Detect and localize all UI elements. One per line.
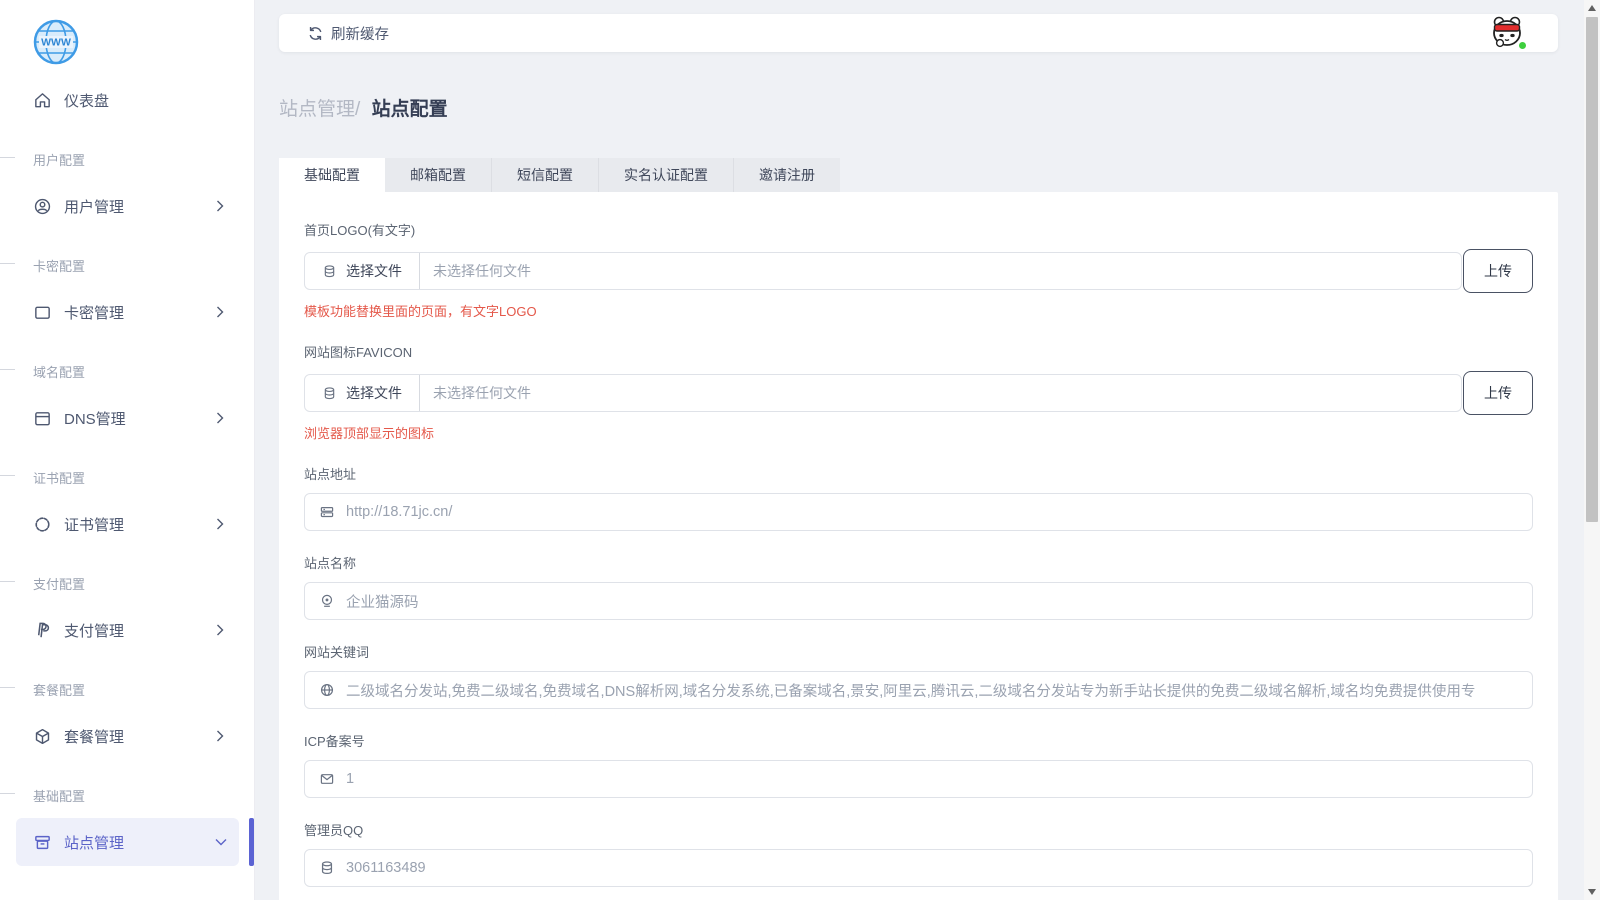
keywords-field [304,671,1533,709]
sidebar-section-payment: 支付配置 [33,574,254,588]
sidebar-item-dns[interactable]: DNS管理 [0,404,254,432]
webcam-icon [319,593,335,609]
user-avatar[interactable] [1488,14,1526,52]
refresh-cache-label: 刷新缓存 [331,23,389,44]
site-name-field [304,582,1533,620]
sidebar-section-domain: 域名配置 [33,362,254,376]
sidebar-section-basic: 基础配置 [33,786,254,800]
main-content: 刷新缓存 站点管理/ 站点配置 基础配置 [255,0,1584,900]
scroll-down-arrow[interactable] [1588,889,1596,895]
site-name-input[interactable] [346,593,1520,609]
chevron-open-icon [215,838,227,846]
no-file-text: 未选择任何文件 [420,261,531,281]
breadcrumb: 站点管理/ 站点配置 [279,94,1558,121]
database-icon [319,860,335,876]
package-box-icon [33,727,52,746]
admin-qq-field [304,849,1533,887]
logo-file-input[interactable]: 选择文件 未选择任何文件 [304,252,1462,290]
field-label-keywords: 网站关键词 [304,642,1533,661]
keywords-input[interactable] [346,682,1520,698]
globe-www-icon: WWW [32,18,80,66]
logo-hint-text: 模板功能替换里面的页面，有文字LOGO [304,301,1533,320]
field-label-favicon: 网站图标FAVICON [304,342,1533,361]
scrollbar-thumb[interactable] [1586,17,1598,522]
globe-icon [319,682,335,698]
online-status-dot [1517,40,1528,51]
chevron-right-icon [216,730,224,742]
sidebar-item-payment[interactable]: 支付管理 [0,616,254,644]
choose-file-button[interactable]: 选择文件 [305,253,420,289]
sidebar: WWW 仪表盘 用户配置 用户管理 [0,0,255,900]
card-icon [33,303,52,322]
refresh-cache-button[interactable]: 刷新缓存 [307,23,389,44]
database-icon [322,264,337,279]
seal-badge-icon [33,515,52,534]
icp-field [304,760,1533,798]
archive-box-icon [33,833,52,852]
sidebar-item-cards[interactable]: 卡密管理 [0,298,254,326]
chevron-right-icon [216,306,224,318]
choose-file-button[interactable]: 选择文件 [305,375,420,411]
icp-input[interactable] [346,771,1520,787]
favicon-file-input[interactable]: 选择文件 未选择任何文件 [304,374,1462,412]
field-label-site-name: 站点名称 [304,553,1533,572]
tab-realname-config[interactable]: 实名认证配置 [599,158,734,192]
sidebar-item-label: 仪表盘 [64,90,254,111]
logo-upload-row: 选择文件 未选择任何文件 上传 [304,249,1533,293]
config-tabs: 基础配置 邮箱配置 短信配置 实名认证配置 邀请注册 [279,158,840,192]
scroll-up-arrow[interactable] [1588,5,1596,11]
user-circle-icon [33,197,52,216]
chevron-right-icon [216,412,224,424]
sidebar-section-user: 用户配置 [33,150,254,164]
chevron-right-icon [216,624,224,636]
sidebar-item-packages[interactable]: 套餐管理 [0,722,254,750]
basic-config-panel: 首页LOGO(有文字) 选择文件 未选择任何文件 上传 模板功能替换里面的页面 [279,192,1558,900]
chevron-right-icon [216,200,224,212]
mail-icon [319,771,335,787]
top-toolbar: 刷新缓存 [279,14,1558,52]
page-scrollbar[interactable] [1584,0,1600,900]
sidebar-item-site-management[interactable]: 站点管理 [16,818,239,866]
svg-text:WWW: WWW [41,37,71,49]
server-icon [319,504,335,520]
home-icon [33,91,52,110]
admin-qq-input[interactable] [346,860,1520,876]
tab-email-config[interactable]: 邮箱配置 [385,158,492,192]
sidebar-section-package: 套餐配置 [33,680,254,694]
upload-favicon-button[interactable]: 上传 [1463,371,1533,415]
sidebar-item-dashboard[interactable]: 仪表盘 [0,86,254,114]
breadcrumb-parent[interactable]: 站点管理/ [279,99,360,120]
field-label-site-url: 站点地址 [304,464,1533,483]
tab-sms-config[interactable]: 短信配置 [492,158,599,192]
field-label-icp: ICP备案号 [304,731,1533,750]
upload-logo-button[interactable]: 上传 [1463,249,1533,293]
refresh-icon [307,25,324,42]
sidebar-item-certs[interactable]: 证书管理 [0,510,254,538]
sidebar-section-card: 卡密配置 [33,256,254,270]
site-logo[interactable]: WWW [32,18,80,66]
favicon-hint-text: 浏览器顶部显示的图标 [304,423,1533,442]
browser-window-icon [33,409,52,428]
chevron-right-icon [216,518,224,530]
sidebar-item-users[interactable]: 用户管理 [0,192,254,220]
app-window: WWW 仪表盘 用户配置 用户管理 [0,0,1584,900]
tab-basic-config[interactable]: 基础配置 [279,158,385,192]
page-title: 站点配置 [372,99,448,120]
sidebar-section-cert: 证书配置 [33,468,254,482]
site-url-input[interactable] [346,504,1520,520]
tab-invite-register[interactable]: 邀请注册 [734,158,840,192]
field-label-admin-qq: 管理员QQ [304,820,1533,839]
database-icon [322,386,337,401]
favicon-upload-row: 选择文件 未选择任何文件 上传 [304,371,1533,415]
site-url-field [304,493,1533,531]
field-label-logo: 首页LOGO(有文字) [304,220,1533,239]
paypal-icon [33,621,52,640]
no-file-text: 未选择任何文件 [420,383,531,403]
